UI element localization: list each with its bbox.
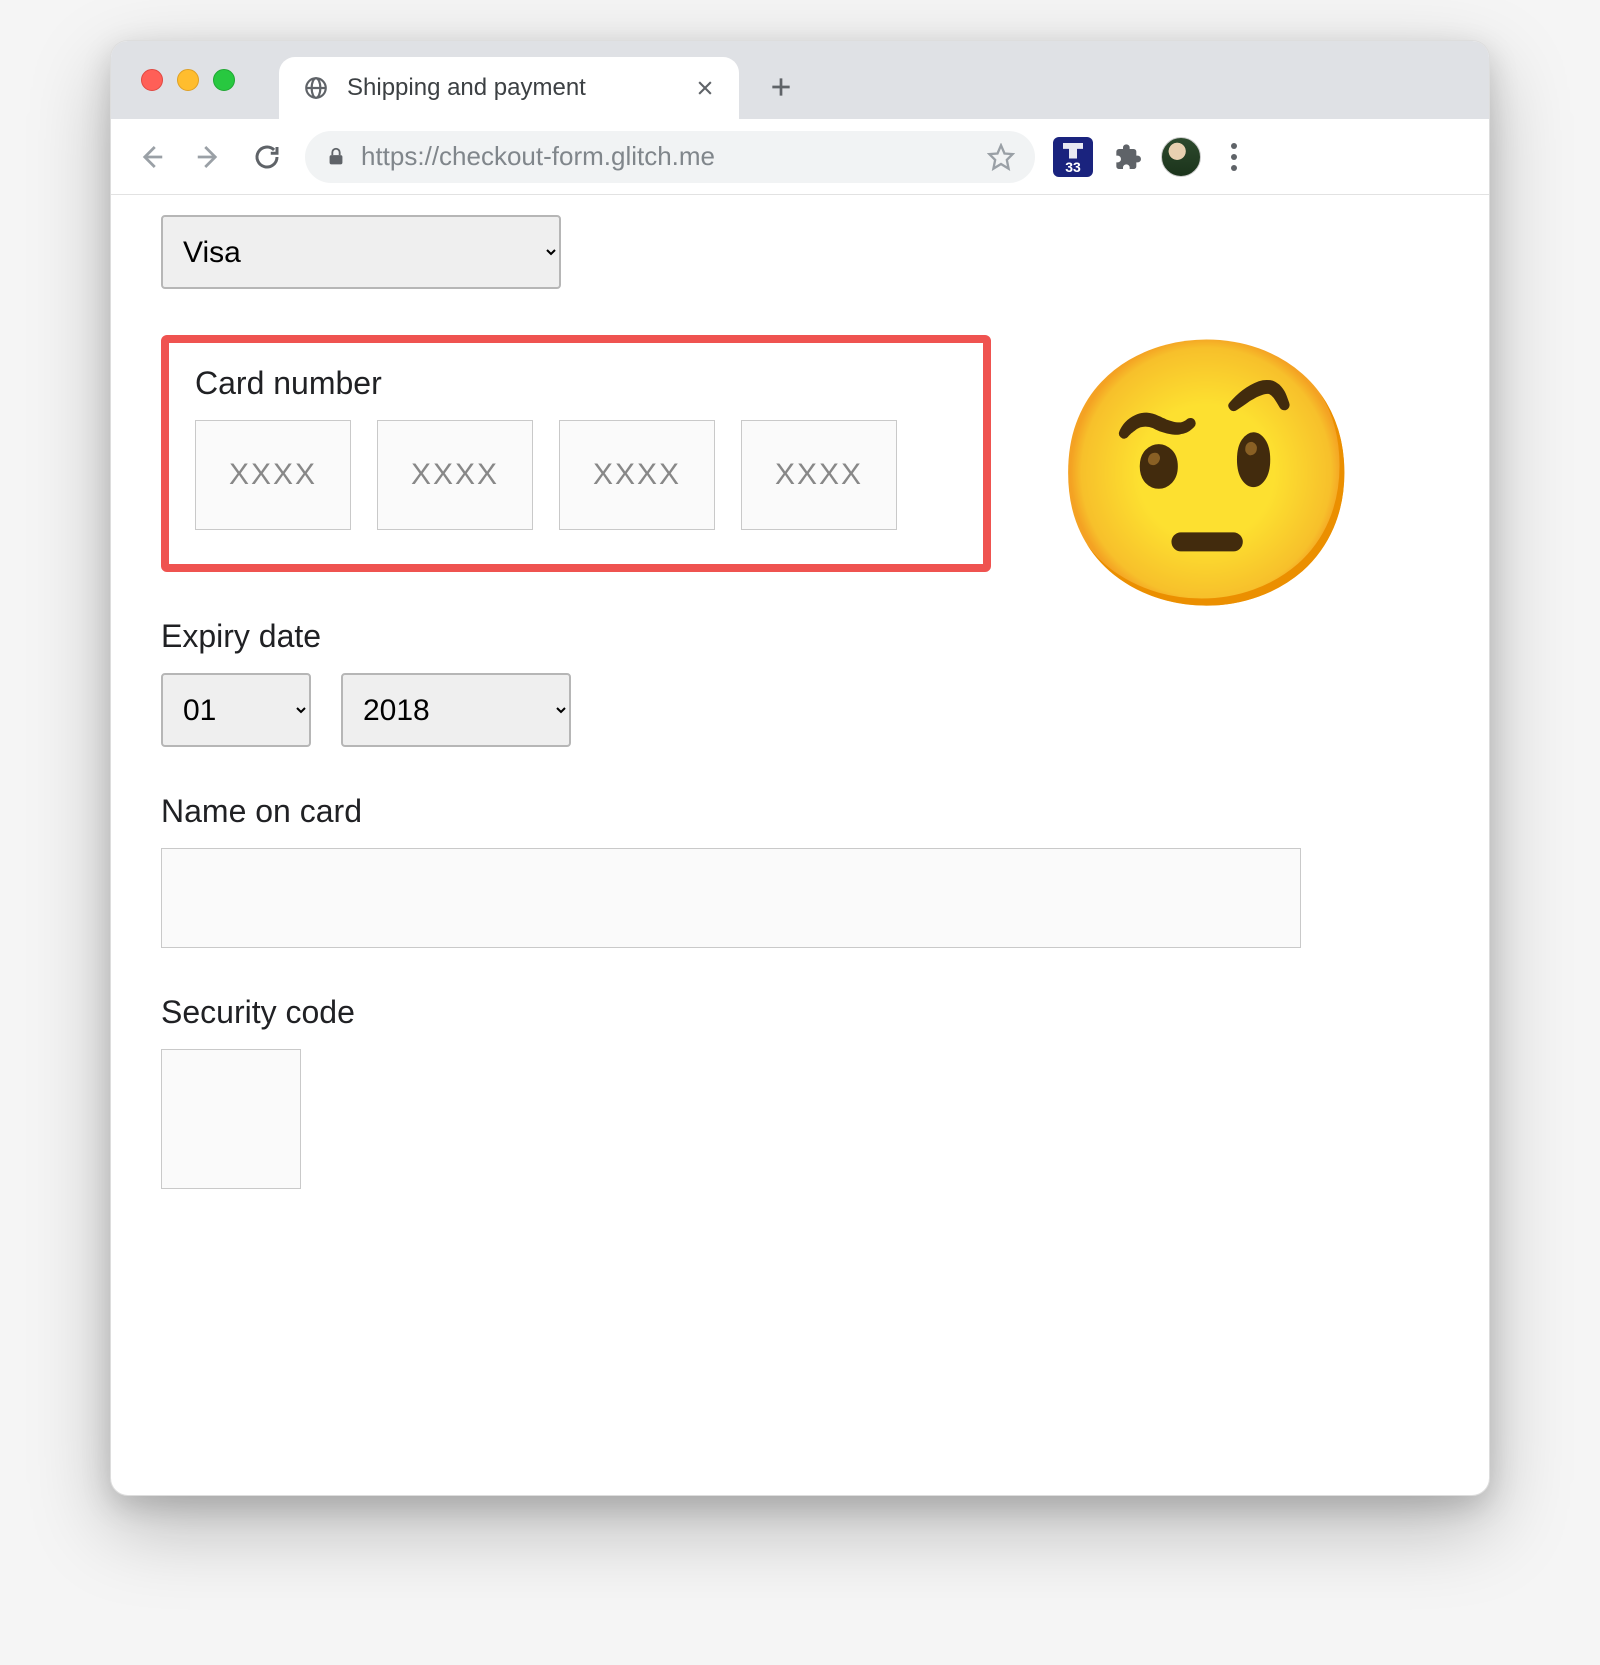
globe-icon <box>303 75 329 101</box>
expiry-month-select[interactable]: 01 <box>161 673 311 747</box>
expiry-field: Expiry date 01 2018 <box>161 618 1439 747</box>
back-button[interactable] <box>131 137 171 177</box>
lock-icon <box>325 146 347 168</box>
tab-title: Shipping and payment <box>347 74 673 102</box>
browser-window: Shipping and payment <box>110 40 1490 1496</box>
window-zoom-button[interactable] <box>213 69 235 91</box>
raised-eyebrow-emoji: 🤨 <box>1045 345 1369 605</box>
address-bar[interactable]: https://checkout-form.glitch.me <box>305 131 1035 183</box>
page-content: 🤨 Visa Card number Expiry date <box>111 195 1489 1495</box>
browser-tab[interactable]: Shipping and payment <box>279 57 739 119</box>
profile-avatar[interactable] <box>1161 137 1201 177</box>
card-number-segments <box>195 420 957 530</box>
security-code-input[interactable] <box>161 1049 301 1189</box>
card-number-input-3[interactable] <box>559 420 715 530</box>
reload-button[interactable] <box>247 137 287 177</box>
browser-toolbar: https://checkout-form.glitch.me 33 <box>111 119 1489 195</box>
card-number-highlight: Card number <box>161 335 991 572</box>
url-text: https://checkout-form.glitch.me <box>361 141 973 172</box>
window-close-button[interactable] <box>141 69 163 91</box>
name-on-card-field: Name on card <box>161 793 1439 948</box>
expiry-year-select[interactable]: 2018 <box>341 673 571 747</box>
security-code-field: Security code <box>161 994 1439 1189</box>
browser-menu-button[interactable] <box>1219 143 1249 171</box>
window-titlebar: Shipping and payment <box>111 41 1489 119</box>
card-number-input-1[interactable] <box>195 420 351 530</box>
expiry-label: Expiry date <box>161 618 1439 655</box>
card-type-select[interactable]: Visa <box>161 215 561 289</box>
extension-badge-count: 33 <box>1065 159 1081 175</box>
extension-badge[interactable]: 33 <box>1053 137 1093 177</box>
window-controls <box>141 69 235 91</box>
name-on-card-input[interactable] <box>161 848 1301 948</box>
card-number-label: Card number <box>195 365 957 402</box>
new-tab-button[interactable] <box>763 69 799 105</box>
name-on-card-label: Name on card <box>161 793 1439 830</box>
star-icon[interactable] <box>987 143 1015 171</box>
close-icon[interactable] <box>691 74 719 102</box>
window-minimize-button[interactable] <box>177 69 199 91</box>
card-type-field: Visa <box>161 215 1439 289</box>
extensions-icon[interactable] <box>1111 141 1143 173</box>
card-number-input-2[interactable] <box>377 420 533 530</box>
card-number-input-4[interactable] <box>741 420 897 530</box>
security-code-label: Security code <box>161 994 1439 1031</box>
forward-button[interactable] <box>189 137 229 177</box>
